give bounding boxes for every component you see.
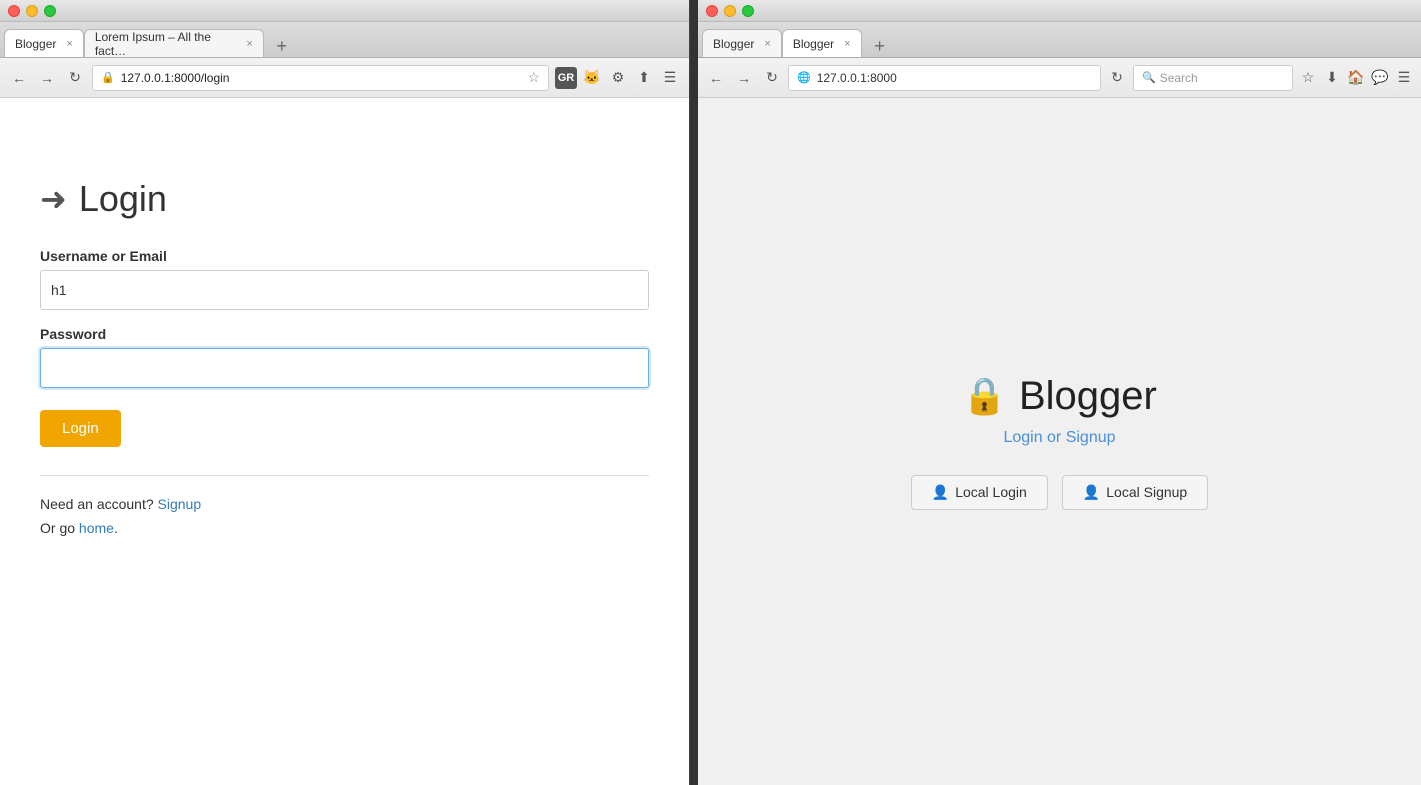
- tab-blogger-left[interactable]: Blogger ×: [4, 29, 84, 57]
- right-addrbar: ← → ↻ 🌐 127.0.0.1:8000 ↻ 🔍 Search ☆ ⬇ 🏠 …: [698, 58, 1421, 98]
- signup-prompt: Need an account? Signup: [40, 496, 649, 512]
- menu-icon[interactable]: ☰: [659, 67, 681, 89]
- search-icon: 🔍: [1142, 71, 1156, 84]
- login-button[interactable]: Login: [40, 410, 121, 447]
- right-maximize-button[interactable]: [742, 5, 754, 17]
- tab-label: Blogger: [15, 37, 56, 51]
- page-title: ➜ Login: [40, 178, 649, 220]
- maximize-button[interactable]: [44, 5, 56, 17]
- right-window-controls: [706, 5, 754, 17]
- refresh-icon: ↻: [1111, 69, 1123, 86]
- right-url-text: 127.0.0.1:8000: [817, 71, 897, 85]
- right-bookmark-icon[interactable]: ☆: [1297, 67, 1319, 89]
- forward-icon: →: [40, 70, 54, 86]
- left-addrbar: ← → ↻ 🔒 127.0.0.1:8000/login ☆ GR 🐱 ⚙ ⬆ …: [0, 58, 689, 98]
- reload-button[interactable]: ↻: [64, 67, 86, 89]
- blogger-name: Blogger: [1019, 374, 1157, 419]
- blogger-card: 🔒 Blogger Login or Signup 👤 Local Login …: [911, 374, 1208, 510]
- right-minimize-button[interactable]: [724, 5, 736, 17]
- tab-close-icon[interactable]: ×: [844, 38, 850, 50]
- search-placeholder-text: Search: [1160, 71, 1198, 85]
- right-address-box[interactable]: 🌐 127.0.0.1:8000: [788, 65, 1101, 91]
- username-label: Username or Email: [40, 248, 649, 264]
- tab-close-icon[interactable]: ×: [764, 38, 770, 50]
- right-forward-button[interactable]: →: [732, 66, 756, 90]
- window-controls: [8, 5, 56, 17]
- share-icon[interactable]: ⬆: [633, 67, 655, 89]
- right-home-icon[interactable]: 🏠: [1345, 67, 1367, 89]
- right-browser: Blogger × Blogger × + ← → ↻ 🌐 127.0.0.1:…: [698, 0, 1421, 785]
- username-form-group: Username or Email: [40, 248, 649, 310]
- forward-icon: →: [737, 70, 751, 86]
- username-input[interactable]: [40, 270, 649, 310]
- home-prompt: Or go home.: [40, 520, 649, 536]
- need-account-text: Need an account?: [40, 496, 154, 512]
- right-back-button[interactable]: ←: [704, 66, 728, 90]
- bookmark-icon[interactable]: ☆: [527, 69, 540, 86]
- window-divider: [690, 0, 698, 785]
- right-search-box[interactable]: 🔍 Search: [1133, 65, 1293, 91]
- left-browser: Blogger × Lorem Ipsum – All the fact… × …: [0, 0, 690, 785]
- tab-lorem[interactable]: Lorem Ipsum – All the fact… ×: [84, 29, 264, 57]
- right-reload-button[interactable]: ↻: [760, 66, 784, 90]
- right-refresh-button[interactable]: ↻: [1105, 66, 1129, 90]
- right-close-button[interactable]: [706, 5, 718, 17]
- right-toolbar-icons: ☆ ⬇ 🏠 💬 ☰: [1297, 67, 1415, 89]
- local-login-button[interactable]: 👤 Local Login: [911, 475, 1048, 510]
- new-tab-button[interactable]: +: [268, 35, 296, 57]
- right-chat-icon[interactable]: 💬: [1369, 67, 1391, 89]
- extension-icon-3[interactable]: ⚙: [607, 67, 629, 89]
- extension-icon-1[interactable]: GR: [555, 67, 577, 89]
- back-icon: ←: [12, 70, 26, 86]
- tab-close-icon[interactable]: ×: [66, 38, 72, 50]
- right-menu-icon[interactable]: ☰: [1393, 67, 1415, 89]
- forward-button[interactable]: →: [36, 67, 58, 89]
- lock-icon: 🔒: [101, 71, 115, 84]
- right-downloads-icon[interactable]: ⬇: [1321, 67, 1343, 89]
- extension-icon-2[interactable]: 🐱: [581, 67, 603, 89]
- right-titlebar: [698, 0, 1421, 22]
- local-login-label: Local Login: [955, 484, 1027, 500]
- left-tabbar: Blogger × Lorem Ipsum – All the fact… × …: [0, 22, 689, 58]
- address-box[interactable]: 🔒 127.0.0.1:8000/login ☆: [92, 65, 549, 91]
- minimize-button[interactable]: [26, 5, 38, 17]
- left-page-content: ➜ Login Username or Email Password Login…: [0, 98, 689, 785]
- tab-close-icon[interactable]: ×: [246, 38, 252, 50]
- blogger-title: 🔒 Blogger: [911, 374, 1208, 419]
- back-button[interactable]: ←: [8, 67, 30, 89]
- blogger-lock-icon: 🔒: [962, 375, 1007, 417]
- tab-label: Blogger: [713, 37, 754, 51]
- user-icon-login: 👤: [932, 484, 949, 501]
- url-text: 127.0.0.1:8000/login: [121, 71, 522, 85]
- left-titlebar: [0, 0, 689, 22]
- tab-label: Lorem Ipsum – All the fact…: [95, 30, 237, 58]
- toolbar-icons: GR 🐱 ⚙ ⬆ ☰: [555, 67, 681, 89]
- reload-icon: ↻: [69, 69, 81, 86]
- right-new-tab-button[interactable]: +: [866, 35, 894, 57]
- local-signup-label: Local Signup: [1106, 484, 1187, 500]
- tab-blogger-right-1[interactable]: Blogger ×: [702, 29, 782, 57]
- login-heading: Login: [79, 178, 167, 220]
- user-icon-signup: 👤: [1083, 484, 1100, 501]
- right-page-content: 🔒 Blogger Login or Signup 👤 Local Login …: [698, 98, 1421, 785]
- blogger-subtitle: Login or Signup: [911, 429, 1208, 447]
- password-label: Password: [40, 326, 649, 342]
- globe-icon: 🌐: [797, 71, 811, 84]
- or-go-text: Or go: [40, 520, 75, 536]
- right-tabbar: Blogger × Blogger × +: [698, 22, 1421, 58]
- tab-blogger-right-2[interactable]: Blogger ×: [782, 29, 862, 57]
- tab-label: Blogger: [793, 37, 834, 51]
- password-input[interactable]: [40, 348, 649, 388]
- home-link[interactable]: home: [79, 520, 114, 536]
- close-button[interactable]: [8, 5, 20, 17]
- back-icon: ←: [709, 70, 723, 86]
- home-suffix: .: [114, 520, 118, 536]
- login-arrow-icon: ➜: [40, 180, 67, 218]
- password-form-group: Password: [40, 326, 649, 388]
- signup-link[interactable]: Signup: [158, 496, 202, 512]
- local-signup-button[interactable]: 👤 Local Signup: [1062, 475, 1208, 510]
- reload-icon: ↻: [766, 69, 778, 86]
- blogger-actions: 👤 Local Login 👤 Local Signup: [911, 475, 1208, 510]
- form-divider: [40, 475, 649, 476]
